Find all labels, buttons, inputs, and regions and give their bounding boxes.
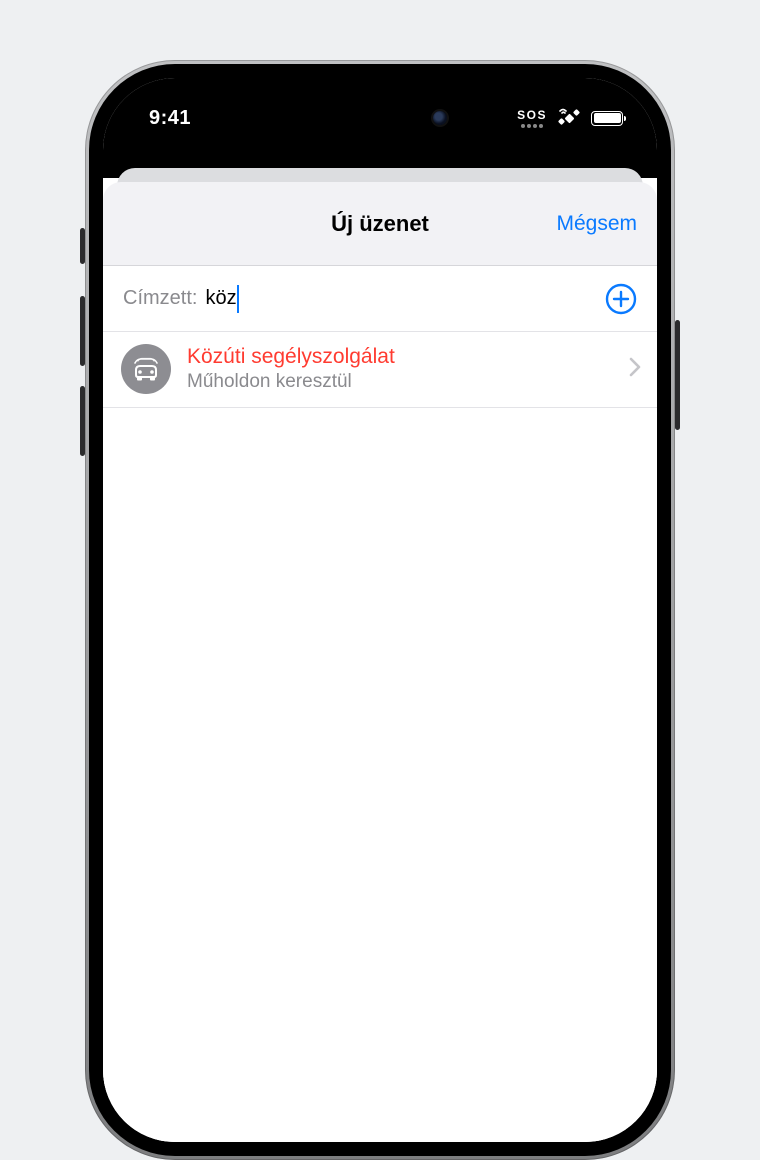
- status-time: 9:41: [137, 97, 191, 130]
- battery-icon: [591, 111, 623, 126]
- satellite-icon: [557, 107, 581, 129]
- dynamic-island: [295, 96, 465, 140]
- result-subtitle: Műholdon keresztül: [187, 370, 613, 395]
- sos-indicator: SOS: [517, 108, 547, 128]
- result-title: Közúti segélyszolgálat: [187, 344, 613, 370]
- sheet-title: Új üzenet: [331, 211, 429, 237]
- sheet-body: [103, 408, 657, 1142]
- chevron-right-icon: [629, 357, 641, 382]
- sheet-header: Új üzenet Mégsem: [103, 182, 657, 266]
- roadside-car-icon: [121, 344, 171, 394]
- new-message-sheet: Új üzenet Mégsem Címzett: köz: [103, 182, 657, 1142]
- phone-frame: 9:41 SOS: [85, 60, 675, 1160]
- search-results: Közúti segélyszolgálat Műholdon keresztü…: [103, 332, 657, 408]
- text-cursor: [237, 285, 239, 313]
- power-button: [675, 320, 680, 430]
- silent-switch: [80, 228, 85, 264]
- cancel-button[interactable]: Mégsem: [556, 182, 637, 265]
- volume-down-button: [80, 386, 85, 456]
- volume-up-button: [80, 296, 85, 366]
- add-contact-button[interactable]: [603, 281, 639, 317]
- phone-screen: 9:41 SOS: [103, 78, 657, 1142]
- result-roadside-assistance[interactable]: Közúti segélyszolgálat Műholdon keresztü…: [103, 332, 657, 408]
- front-camera: [433, 111, 447, 125]
- recipient-input[interactable]: köz: [205, 287, 236, 309]
- recipient-label: Címzett:: [123, 287, 197, 310]
- plus-circle-icon: [605, 283, 637, 315]
- recipient-row[interactable]: Címzett: köz: [103, 266, 657, 332]
